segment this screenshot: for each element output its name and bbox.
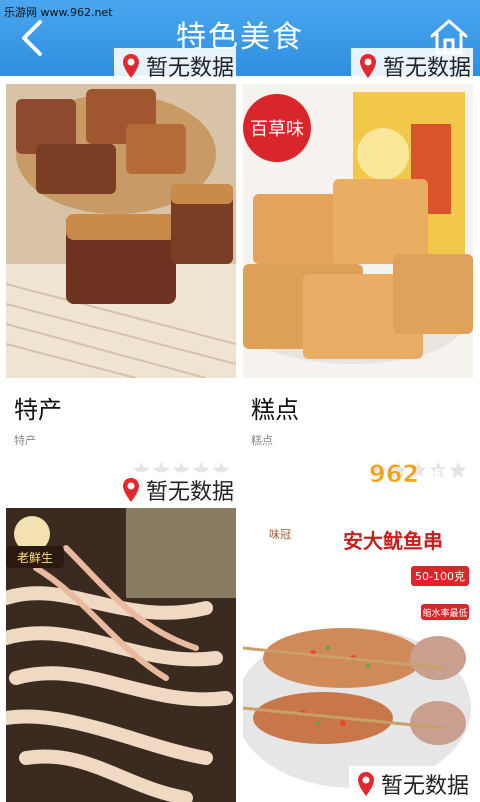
location-pin-icon	[358, 772, 374, 796]
food-name: 糕点	[251, 396, 299, 424]
location-pin-icon	[122, 54, 139, 78]
food-subtitle: 糕点	[251, 434, 273, 447]
food-image: 百草味	[243, 84, 473, 378]
weight-text: 50-100克	[415, 570, 465, 583]
product-title-text: 安大鱿鱼串	[343, 529, 443, 553]
badge-label: 暂无数据	[382, 56, 471, 81]
food-subtitle: 特产	[14, 434, 36, 447]
site-logo-number: 962	[369, 460, 419, 488]
brand-logo-text: 百草味	[250, 119, 304, 140]
brand-text: 味冠	[269, 528, 291, 541]
location-pin-icon	[359, 54, 376, 78]
location-badge: 暂无数据	[349, 766, 472, 802]
site-logo-cn: 乐游网	[419, 483, 455, 497]
badge-label: 暂无数据	[381, 774, 470, 799]
food-image: 味冠 安大鱿鱼串 50-100克 缩水率最低	[243, 508, 473, 802]
location-badge: 暂无数据	[350, 48, 473, 84]
location-badge: 暂无数据	[113, 48, 236, 84]
feature-text: 缩水率最低	[422, 607, 467, 619]
badge-label: 暂无数据	[145, 480, 234, 505]
food-name: 特产	[14, 396, 62, 424]
food-image	[6, 84, 236, 378]
badge-label: 暂无数据	[145, 56, 234, 81]
site-logo: 962 .NET 乐游网	[369, 458, 465, 502]
food-image: 老鲜生	[6, 508, 236, 802]
site-logo-suffix: .NET	[419, 467, 451, 481]
product-brand-text: 老鲜生	[17, 551, 53, 565]
location-pin-icon	[122, 478, 139, 502]
location-badge: 暂无数据	[113, 472, 236, 508]
